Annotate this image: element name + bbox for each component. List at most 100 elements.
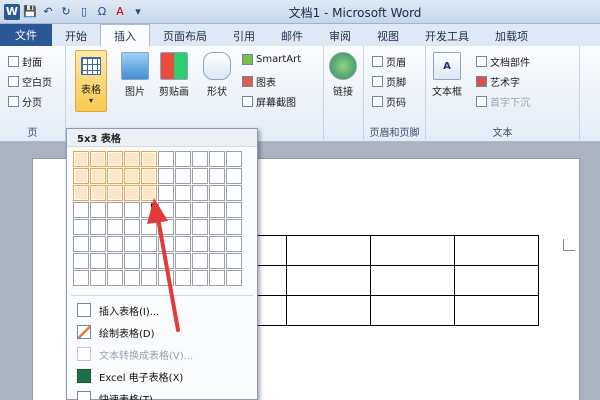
table-grid-cell[interactable] [107,151,123,167]
table-grid-cell[interactable] [158,185,174,201]
quick-tables-item[interactable]: 快速表格(T) [67,387,257,400]
table-grid-cell[interactable] [226,219,242,235]
table-grid-cell[interactable] [158,151,174,167]
table-grid-cell[interactable] [226,236,242,252]
table-button[interactable]: 表格 ▾ [75,50,107,112]
table-grid-cell[interactable] [158,253,174,269]
table-grid-cell[interactable] [192,185,208,201]
table-cell[interactable] [286,295,371,326]
tab-developer[interactable]: 开发工具 [412,25,482,46]
table-grid-cell[interactable] [141,185,157,201]
table-cell[interactable] [370,295,455,326]
tab-addins[interactable]: 加载项 [482,25,541,46]
table-grid-cell[interactable] [175,185,191,201]
wordart-button[interactable]: 艺术字 [476,74,520,89]
table-grid-cell[interactable] [158,202,174,218]
table-grid-cell[interactable] [73,253,89,269]
table-grid-cell[interactable] [107,185,123,201]
table-grid-cell[interactable] [226,168,242,184]
table-cell[interactable] [454,235,539,266]
table-grid-cell[interactable] [124,202,140,218]
screenshot-button[interactable]: 屏幕截图 [242,94,296,109]
table-grid-cell[interactable] [158,236,174,252]
convert-text-to-table-item[interactable]: 文本转换成表格(V)... [67,343,257,365]
draw-table-item[interactable]: 绘制表格(D) [67,321,257,343]
table-grid-cell[interactable] [73,185,89,201]
smartart-button[interactable]: SmartArt [242,54,301,65]
table-grid-cell[interactable] [90,236,106,252]
table-grid-cell[interactable] [124,270,140,286]
quick-parts-button[interactable]: 文档部件 [476,54,530,69]
table-grid-cell[interactable] [90,185,106,201]
table-grid-cell[interactable] [107,168,123,184]
table-grid-cell[interactable] [192,151,208,167]
table-grid-cell[interactable] [90,253,106,269]
table-grid-cell[interactable] [90,151,106,167]
tab-insert[interactable]: 插入 [100,24,150,46]
table-grid-cell[interactable] [209,253,225,269]
shapes-button[interactable]: 形状 [203,52,231,98]
table-grid-cell[interactable] [124,185,140,201]
table-grid-cell[interactable] [141,236,157,252]
table-grid-cell[interactable] [209,151,225,167]
table-grid-cell[interactable] [175,151,191,167]
tab-file[interactable]: 文件 [0,24,52,46]
table-grid-cell[interactable] [158,219,174,235]
table-grid-cell[interactable] [90,168,106,184]
table-grid-cell[interactable] [175,253,191,269]
table-grid-cell[interactable] [209,270,225,286]
table-grid-cell[interactable] [90,270,106,286]
table-grid-cell[interactable] [226,151,242,167]
tab-page-layout[interactable]: 页面布局 [150,25,220,46]
table-grid-cell[interactable] [226,270,242,286]
table-cell[interactable] [370,265,455,296]
page-break-button[interactable]: 分页 [8,94,42,109]
page-number-button[interactable]: 页码 [372,94,406,109]
table-grid-cell[interactable] [192,219,208,235]
table-grid-cell[interactable] [141,151,157,167]
table-cell[interactable] [370,235,455,266]
table-grid-cell[interactable] [124,168,140,184]
table-grid-cell[interactable] [175,219,191,235]
header-button[interactable]: 页眉 [372,54,406,69]
clipart-button[interactable]: 剪贴画 [159,52,189,98]
table-grid-cell[interactable] [73,270,89,286]
table-grid-cell[interactable] [226,185,242,201]
chart-button[interactable]: 图表 [242,74,276,89]
excel-spreadsheet-item[interactable]: Excel 电子表格(X) [67,365,257,387]
table-grid-cell[interactable] [209,168,225,184]
table-grid-cell[interactable] [124,151,140,167]
table-grid-cell[interactable] [175,202,191,218]
table-grid-cell[interactable] [192,253,208,269]
table-grid-cell[interactable] [124,236,140,252]
table-grid-cell[interactable] [124,253,140,269]
table-grid-cell[interactable] [192,202,208,218]
table-size-grid[interactable] [73,151,242,286]
table-cell[interactable] [286,235,371,266]
blank-page-button[interactable]: 空白页 [8,74,52,89]
link-button[interactable]: 链接 [329,52,357,98]
table-grid-cell[interactable] [175,236,191,252]
table-grid-cell[interactable] [209,202,225,218]
table-grid-cell[interactable] [226,253,242,269]
table-grid-cell[interactable] [209,219,225,235]
table-grid-cell[interactable] [226,202,242,218]
table-grid-cell[interactable] [141,219,157,235]
table-grid-cell[interactable] [209,185,225,201]
table-grid-cell[interactable] [192,270,208,286]
table-grid-cell[interactable] [107,202,123,218]
table-cell[interactable] [454,265,539,296]
drop-cap-button[interactable]: 首字下沉 [476,94,530,109]
table-grid-cell[interactable] [124,219,140,235]
table-grid-cell[interactable] [158,168,174,184]
table-cell[interactable] [454,295,539,326]
table-grid-cell[interactable] [192,236,208,252]
table-grid-cell[interactable] [107,236,123,252]
table-grid-cell[interactable] [192,168,208,184]
table-grid-cell[interactable] [90,219,106,235]
table-grid-cell[interactable] [90,202,106,218]
table-grid-cell[interactable] [141,253,157,269]
table-grid-cell[interactable] [141,168,157,184]
table-grid-cell[interactable] [158,270,174,286]
tab-mailings[interactable]: 邮件 [268,25,316,46]
